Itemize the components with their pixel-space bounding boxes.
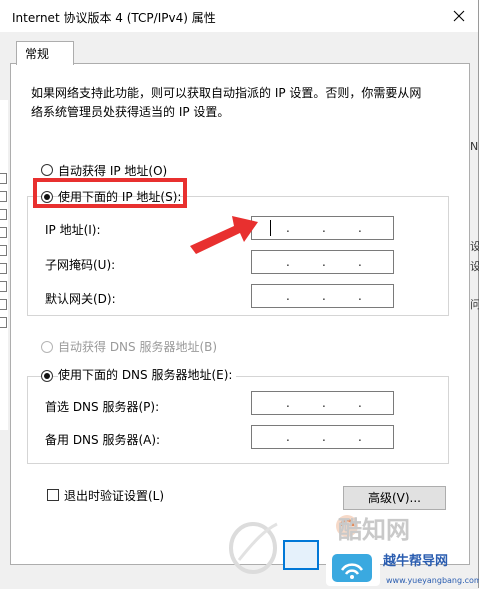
default-gateway-label: 默认网关(D): — [45, 292, 116, 306]
manual-dns-radio[interactable] — [41, 370, 53, 382]
watermark-logo-2 — [326, 546, 380, 586]
watermark-url: www.yueyangbang.com — [386, 576, 479, 585]
ip-dot-separator: . — [322, 255, 326, 269]
radio-selected-dot — [44, 373, 50, 379]
ip-dot-separator: . — [286, 221, 290, 235]
ip-address-label: IP 地址(I): — [45, 223, 101, 237]
ip-dot-separator: . — [322, 221, 326, 235]
auto-ip-label: 自动获得 IP 地址(O) — [58, 164, 168, 178]
background-text: 设 — [470, 240, 479, 253]
radio-selected-dot — [44, 194, 50, 200]
window-title: Internet 协议版本 4 (TCP/IPv4) 属性 — [12, 11, 216, 25]
auto-ip-radio[interactable] — [41, 164, 53, 176]
background-window-left-edge — [0, 100, 8, 430]
background-checkbox — [0, 263, 7, 274]
ip-dot-separator: . — [322, 396, 326, 410]
close-icon — [453, 10, 465, 22]
background-text: 问 — [470, 298, 479, 311]
subnet-mask-input[interactable]: . . . — [251, 250, 394, 274]
manual-ip-label: 使用下面的 IP 地址(S): — [58, 190, 182, 204]
ip-dot-separator: . — [286, 255, 290, 269]
background-checkbox — [0, 317, 7, 328]
alternate-dns-label: 备用 DNS 服务器(A): — [45, 433, 161, 447]
manual-dns-label: 使用下面的 DNS 服务器地址(E): — [58, 366, 237, 383]
subnet-mask-label: 子网掩码(U): — [45, 258, 116, 272]
default-gateway-input[interactable]: . . . — [251, 284, 394, 308]
ip-dot-separator: . — [286, 289, 290, 303]
ip-dot-separator: . — [358, 396, 362, 410]
ip-address-input[interactable]: . . . — [251, 216, 394, 240]
title-bar[interactable]: Internet 协议版本 4 (TCP/IPv4) 属性 — [0, 0, 478, 32]
background-checkbox — [0, 209, 7, 220]
ip-dot-separator: . — [322, 430, 326, 444]
validate-on-exit-label: 退出时验证设置(L) — [64, 489, 165, 503]
red-arrow-icon — [190, 216, 258, 254]
tab-general[interactable]: 常规 — [16, 41, 74, 65]
watermark-brand-1: 酷知网 — [338, 516, 410, 544]
ip-dot-separator: . — [358, 430, 362, 444]
tab-label: 常规 — [25, 47, 50, 61]
text-cursor — [270, 220, 271, 236]
alternate-dns-input[interactable]: . . . — [251, 425, 394, 449]
description-line-2: 络系统管理员处获得适当的 IP 设置。 — [31, 105, 230, 119]
background-checkbox — [0, 191, 7, 202]
background-checkbox — [0, 173, 7, 184]
auto-dns-radio[interactable] — [41, 341, 53, 353]
background-text: 设 — [470, 260, 479, 273]
preferred-dns-label: 首选 DNS 服务器(P): — [45, 400, 160, 414]
background-checkbox — [0, 245, 7, 256]
background-window-right-edge: N 设 设 问 — [470, 60, 479, 360]
ip-dot-separator: . — [286, 396, 290, 410]
manual-ip-radio[interactable] — [41, 191, 53, 203]
close-button[interactable] — [440, 0, 478, 32]
background-checkbox — [0, 227, 7, 238]
validate-on-exit-checkbox[interactable] — [47, 489, 59, 501]
background-text: N — [470, 140, 479, 153]
ip-dot-separator: . — [358, 255, 362, 269]
preferred-dns-input[interactable]: . . . — [251, 391, 394, 415]
advanced-button[interactable]: 高级(V)... — [343, 486, 446, 510]
watermark-brand-2: 越牛帮导网 — [383, 554, 449, 569]
ip-dot-separator: . — [358, 289, 362, 303]
background-checkbox — [0, 299, 7, 310]
dns-settings-group — [27, 376, 449, 464]
ip-dot-separator: . — [322, 289, 326, 303]
watermark-wifi-icon — [332, 554, 372, 582]
ip-dot-separator: . — [286, 430, 290, 444]
background-checkbox — [0, 281, 7, 292]
description-line-1: 如果网络支持此功能，则可以获取自动指派的 IP 设置。否则，你需要从网 — [31, 86, 422, 100]
auto-dns-label: 自动获得 DNS 服务器地址(B) — [58, 340, 218, 354]
ip-dot-separator: . — [358, 221, 362, 235]
